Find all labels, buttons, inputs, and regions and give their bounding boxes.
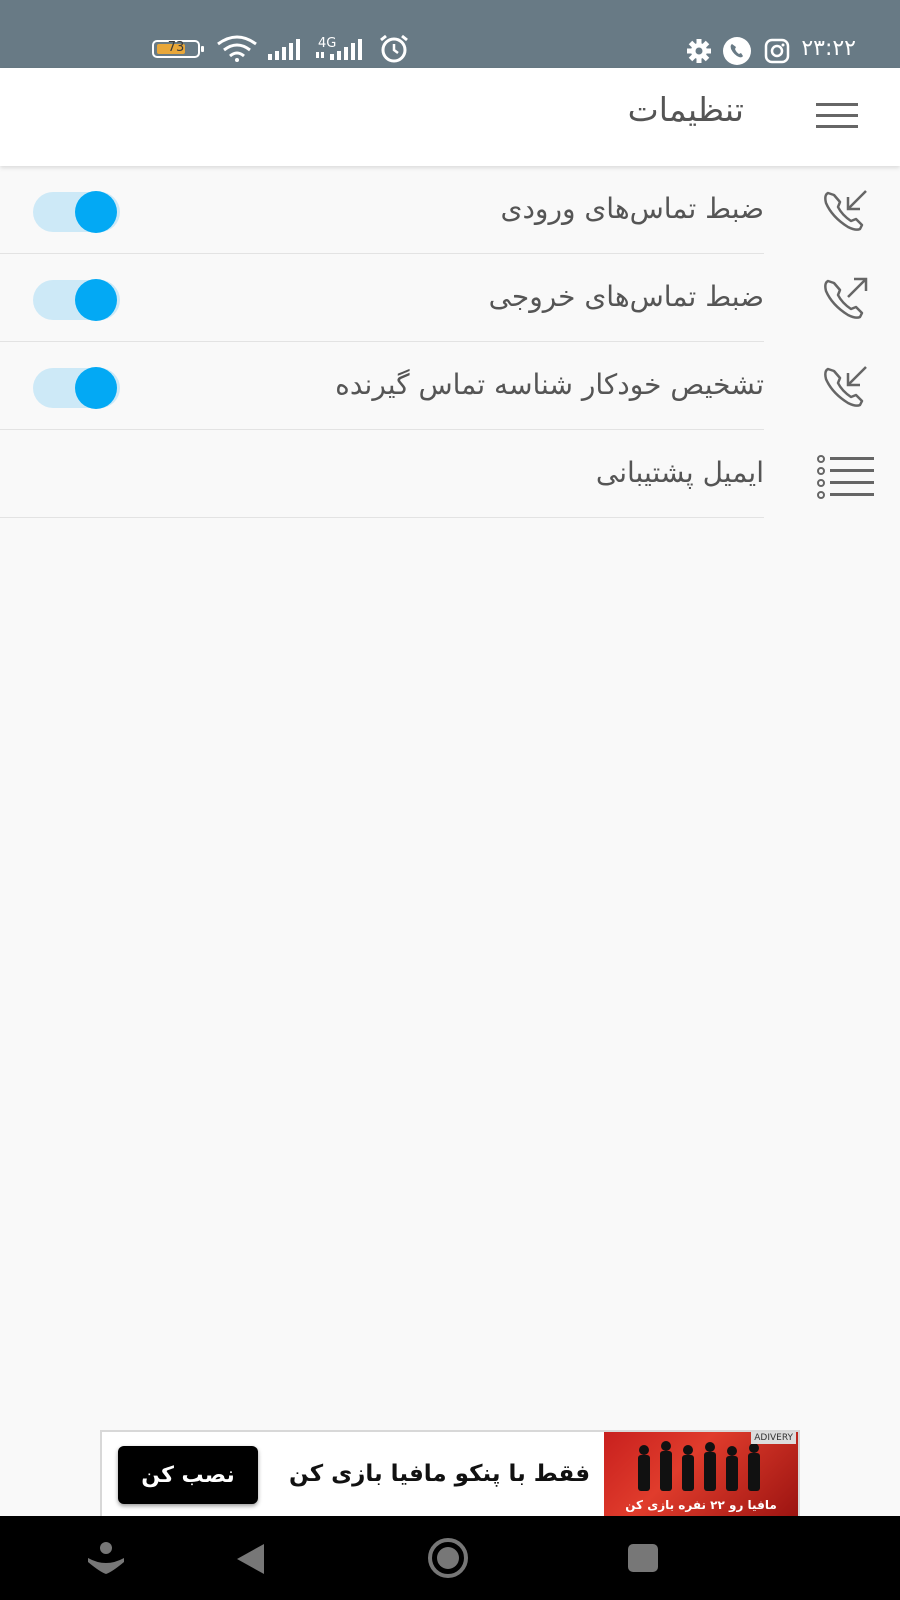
setting-label: ضبط تماس‌های خروجی [488,280,764,313]
incoming-call-icon [824,366,867,407]
setting-label: ایمیل پشتیبانی [595,456,764,489]
setting-caller-id[interactable]: تشخیص خودکار شناسه تماس گیرنده [0,342,900,430]
gear-icon [687,39,711,63]
incoming-record-toggle[interactable] [33,191,120,233]
battery-icon: 73 [152,40,204,58]
system-nav-bar [0,1516,900,1600]
outgoing-call-icon [824,277,868,319]
hamburger-menu-icon[interactable] [814,98,860,134]
wifi-icon [217,35,257,62]
setting-label: ضبط تماس‌های ورودی [500,192,764,225]
setting-record-outgoing[interactable]: ضبط تماس‌های خروجی [0,254,900,342]
status-bar: 73 4G ۲۳:۲۲ [0,0,900,68]
ad-text: فقط با پنکو مافیا بازی کن [289,1461,590,1487]
ad-install-button[interactable]: نصب کن [118,1446,258,1504]
signal-icon [316,39,362,60]
ad-image-caption: مافیا رو ۲۲ نفره بازی کن [625,1498,777,1512]
list-icon [817,455,874,499]
setting-record-incoming[interactable]: ضبط تماس‌های ورودی [0,166,900,254]
outgoing-record-toggle[interactable] [33,279,120,321]
settings-list: ضبط تماس‌های ورودی ضبط تماس‌های خروجی تش… [0,166,900,518]
phone-icon [723,37,751,65]
instagram-icon [764,38,790,64]
ad-brand-label: ADIVERY [751,1432,796,1444]
battery-level: 73 [167,40,185,55]
recents-icon[interactable] [626,1542,660,1574]
caller-id-toggle[interactable] [33,367,120,409]
home-icon[interactable] [426,1536,470,1580]
app-bar: تنظیمات [0,68,900,166]
signal-icon [268,39,300,60]
setting-label: تشخیص خودکار شناسه تماس گیرنده [335,368,764,401]
page-title: تنظیمات [627,90,744,129]
ad-banner[interactable]: نصب کن فقط با پنکو مافیا بازی کن ADIVERY… [100,1430,800,1518]
ad-image[interactable]: ADIVERY مافیا رو ۲۲ نفره بازی کن [604,1432,798,1516]
assistant-icon[interactable] [86,1540,126,1576]
setting-support-email[interactable]: ایمیل پشتیبانی [0,430,900,518]
incoming-call-icon [824,190,867,231]
alarm-icon [380,34,408,63]
back-icon[interactable] [234,1542,268,1576]
